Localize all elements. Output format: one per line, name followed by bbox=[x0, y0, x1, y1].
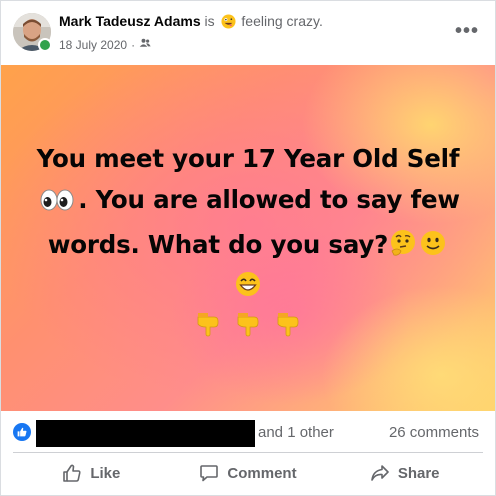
like-button-label: Like bbox=[90, 464, 121, 482]
post-text-line-3: words. What do you say? bbox=[11, 224, 485, 269]
share-button[interactable]: Share bbox=[326, 453, 483, 493]
comment-button[interactable]: Comment bbox=[170, 453, 327, 493]
slightly-smiling-face-emoji-icon bbox=[419, 228, 447, 269]
like-reaction-icon[interactable] bbox=[13, 423, 31, 441]
grinning-face-emoji-icon bbox=[234, 270, 262, 309]
post-text: You meet your 17 Year Old Self . You are… bbox=[11, 138, 485, 348]
post-text-line-2-rest: . You are allowed to say few bbox=[78, 185, 460, 214]
eyes-emoji-icon bbox=[37, 183, 77, 224]
pointing-down-emoji-icon bbox=[194, 309, 222, 348]
comment-icon bbox=[199, 463, 219, 483]
post-emoji-line-1 bbox=[11, 269, 485, 309]
activity-verb: is bbox=[204, 13, 215, 29]
post-emoji-line-2 bbox=[11, 309, 485, 349]
share-icon bbox=[370, 463, 390, 483]
comment-button-label: Comment bbox=[227, 464, 297, 482]
post-text-line-1: You meet your 17 Year Old Self bbox=[36, 144, 460, 173]
reaction-others-link[interactable]: and 1 other bbox=[258, 424, 334, 441]
author-avatar-container[interactable] bbox=[13, 13, 52, 52]
pointing-down-emoji-icon bbox=[274, 309, 302, 348]
crazy-face-emoji-icon bbox=[220, 14, 236, 33]
author-line: Mark Tadeusz Adams is feeling crazy. bbox=[59, 12, 439, 33]
post-stats: and 1 other 26 comments bbox=[1, 413, 495, 451]
post-actions: Like Comment Share bbox=[13, 453, 483, 493]
author-name[interactable]: Mark Tadeusz Adams bbox=[59, 13, 201, 29]
thinking-face-emoji-icon bbox=[389, 228, 417, 269]
more-options-icon[interactable]: ••• bbox=[453, 19, 481, 43]
comments-count-link[interactable]: 26 comments bbox=[389, 424, 479, 441]
online-status-dot bbox=[38, 38, 52, 52]
post-text-line-2: . You are allowed to say few bbox=[11, 179, 485, 224]
thumbs-up-icon bbox=[62, 463, 82, 483]
share-button-label: Share bbox=[397, 464, 440, 482]
post-text-line-3-text: words. What do you say? bbox=[47, 230, 389, 259]
pointing-down-emoji-icon bbox=[234, 309, 262, 348]
post-background: You meet your 17 Year Old Self . You are… bbox=[1, 65, 495, 411]
like-button[interactable]: Like bbox=[13, 453, 170, 493]
meta-separator: · bbox=[131, 38, 136, 52]
feeling-text[interactable]: feeling crazy. bbox=[241, 13, 322, 29]
post-author-info: Mark Tadeusz Adams is feeling crazy. 18 … bbox=[59, 12, 439, 53]
post-meta: 18 July 2020 · bbox=[59, 37, 439, 53]
post-card: Mark Tadeusz Adams is feeling crazy. 18 … bbox=[0, 0, 496, 496]
post-header: Mark Tadeusz Adams is feeling crazy. 18 … bbox=[1, 1, 495, 65]
redacted-reactors-block bbox=[36, 420, 255, 447]
friends-icon[interactable] bbox=[139, 37, 151, 53]
post-date[interactable]: 18 July 2020 bbox=[59, 37, 127, 53]
